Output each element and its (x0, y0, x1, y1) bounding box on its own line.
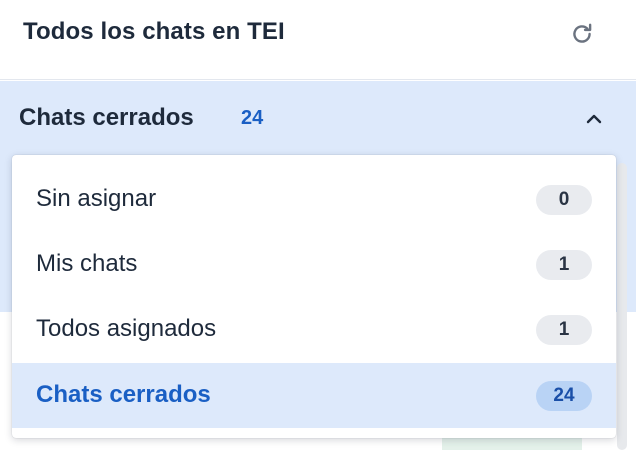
refresh-button[interactable] (566, 18, 598, 50)
scrollbar[interactable] (617, 163, 627, 450)
dropdown-item-label: Chats cerrados (36, 381, 211, 408)
count-badge: 0 (536, 185, 592, 215)
panel-header: Todos los chats en TEI (0, 0, 636, 80)
page-title: Todos los chats en TEI (23, 18, 285, 45)
dropdown-item-label: Sin asignar (36, 185, 157, 212)
filter-label: Chats cerrados (19, 104, 194, 131)
filter-selector[interactable]: Chats cerrados 24 (0, 81, 636, 157)
dropdown-item-sin-asignar[interactable]: Sin asignar 0 (12, 167, 616, 232)
dropdown-item-mis-chats[interactable]: Mis chats 1 (12, 232, 616, 297)
count-badge: 1 (536, 250, 592, 280)
count-badge: 24 (536, 381, 592, 411)
filter-dropdown: Sin asignar 0 Mis chats 1 Todos asignado… (12, 155, 616, 438)
count-badge: 1 (536, 315, 592, 345)
filter-count: 24 (241, 107, 264, 129)
chats-panel: Todos los chats en TEI Chats cerrados 24… (0, 0, 636, 450)
chevron-up-icon (586, 114, 602, 124)
dropdown-item-todos-asignados[interactable]: Todos asignados 1 (12, 297, 616, 362)
collapse-button[interactable] (578, 105, 610, 133)
dropdown-item-chats-cerrados[interactable]: Chats cerrados 24 (12, 363, 616, 428)
refresh-icon (573, 23, 592, 43)
dropdown-item-label: Mis chats (36, 250, 138, 277)
dropdown-item-label: Todos asignados (36, 315, 217, 342)
